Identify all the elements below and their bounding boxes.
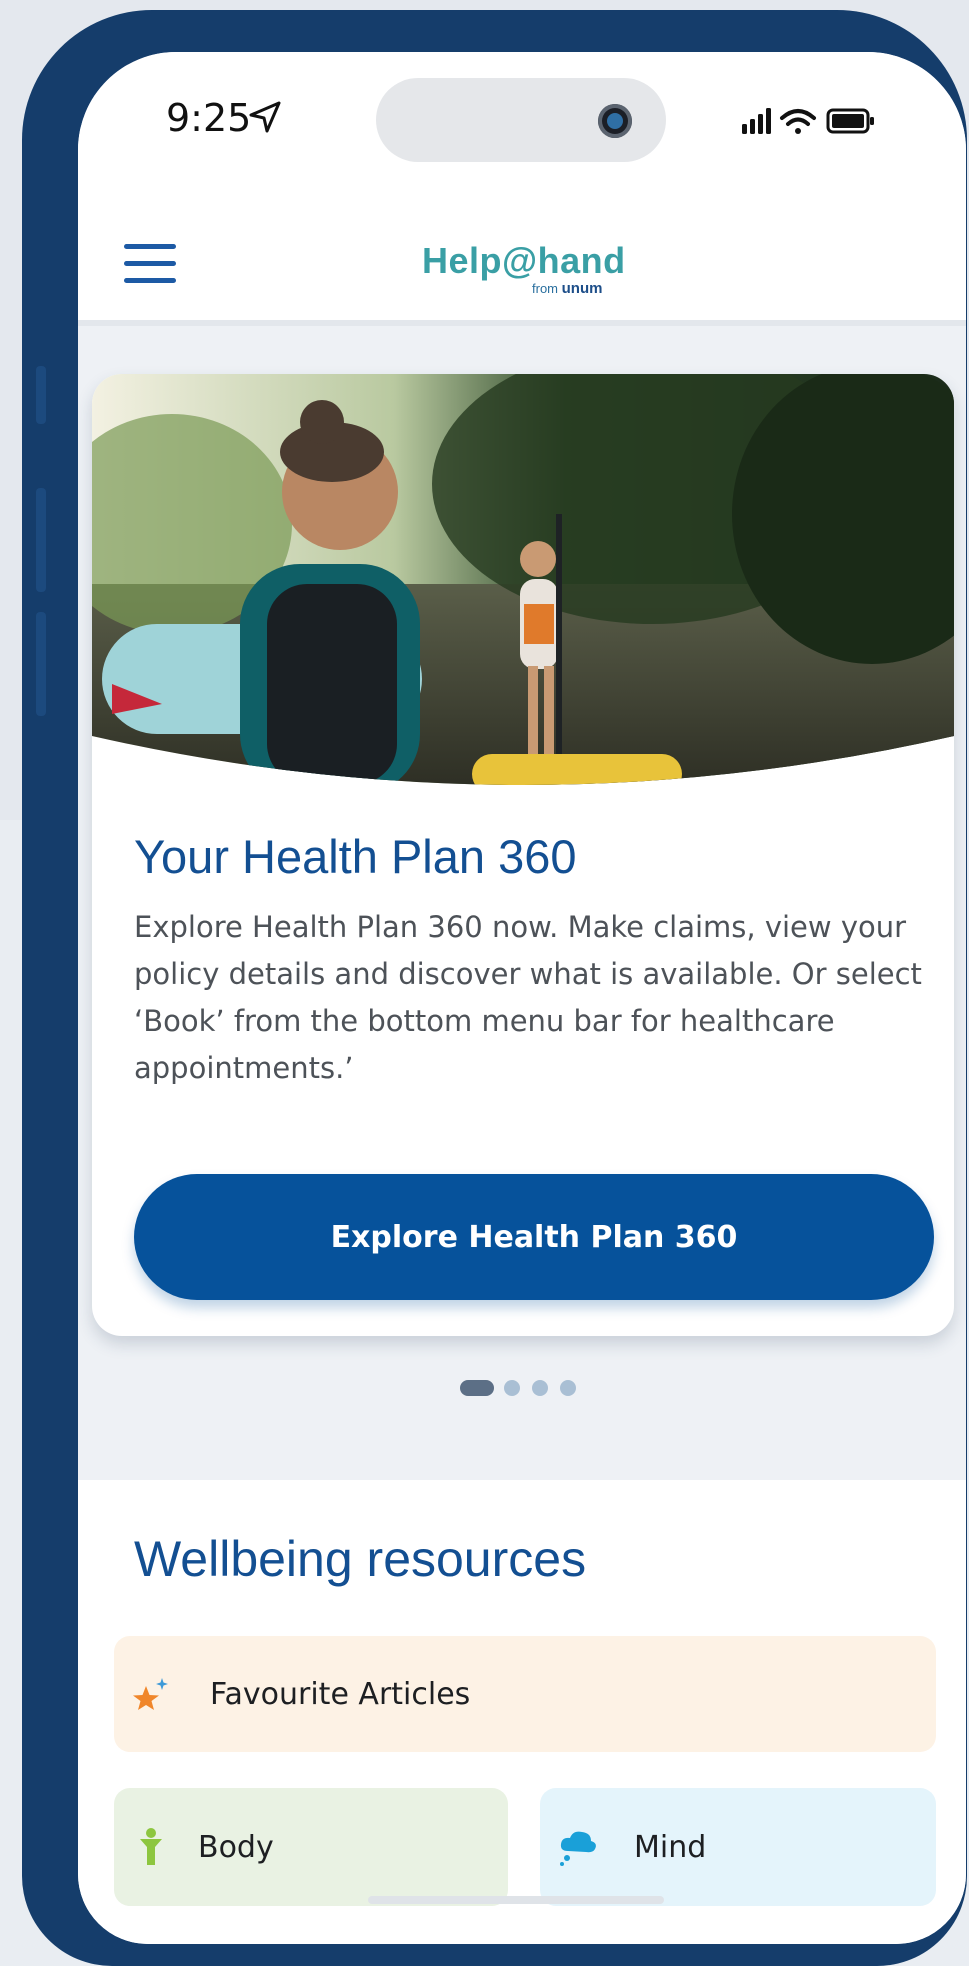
logo-from-unum: from unum (532, 280, 603, 297)
mind-label: Mind (634, 1829, 707, 1865)
mind-tile[interactable]: Mind (540, 1788, 936, 1906)
hamburger-menu-icon[interactable] (124, 244, 176, 284)
favourite-articles-tile[interactable]: Favourite Articles (114, 1636, 936, 1752)
status-time: 9:25 (166, 96, 252, 140)
home-indicator[interactable] (368, 1896, 664, 1904)
phone-screen: 9:25 Help@hand from unum Your Health Pla… (78, 52, 966, 1944)
wellbeing-title: Wellbeing resources (134, 1531, 587, 1587)
body-tile[interactable]: Body (114, 1788, 508, 1906)
favourite-articles-label: Favourite Articles (210, 1676, 471, 1712)
health-plan-card: Your Health Plan 360 Explore Health Plan… (92, 374, 954, 1336)
explore-health-plan-button[interactable]: Explore Health Plan 360 (134, 1174, 934, 1300)
mind-cloud-icon (560, 1831, 596, 1866)
wifi-icon (780, 109, 816, 134)
hero-image (92, 374, 954, 785)
body-label: Body (198, 1829, 274, 1865)
battery-icon (826, 108, 874, 134)
body-figure-icon (140, 1828, 162, 1865)
carousel-dot-2[interactable] (504, 1380, 520, 1396)
phone-frame: 9:25 Help@hand from unum Your Health Pla… (22, 10, 967, 1966)
status-icons (742, 108, 874, 134)
phone-side-button (36, 366, 46, 424)
status-bar: 9:25 (78, 52, 966, 192)
camera-lens (607, 113, 623, 129)
phone-volume-down (36, 612, 46, 716)
logo-wordmark: Help@hand (422, 240, 626, 281)
signal-icon (742, 108, 771, 134)
phone-volume-up (36, 488, 46, 592)
carousel-dot-3[interactable] (532, 1380, 548, 1396)
star-sparkle-icon (133, 1678, 168, 1710)
helpathand-logo: Help@hand from unum (422, 240, 626, 297)
carousel-dot-1[interactable] (460, 1380, 494, 1396)
carousel-dot-4[interactable] (560, 1380, 576, 1396)
card-description: Explore Health Plan 360 now. Make claims… (134, 910, 922, 1085)
location-arrow-icon (249, 101, 281, 133)
card-title: Your Health Plan 360 (134, 830, 577, 883)
